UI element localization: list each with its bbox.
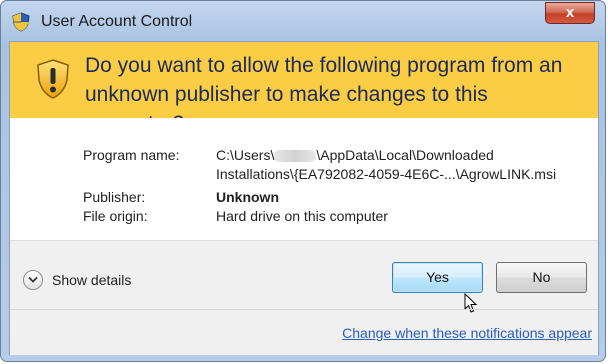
publisher-label: Publisher: <box>83 189 146 205</box>
warning-banner: Do you want to allow the following progr… <box>10 42 598 135</box>
chevron-down-icon[interactable] <box>23 270 43 290</box>
window-title: User Account Control <box>41 13 193 30</box>
redacted-username <box>274 150 317 163</box>
dialog-content: Do you want to allow the following progr… <box>9 41 599 355</box>
yes-button[interactable]: Yes <box>392 262 483 293</box>
uac-dialog: User Account Control x Do you want to al… <box>0 0 606 362</box>
close-button[interactable]: x <box>545 2 595 24</box>
notification-settings-link[interactable]: Change when these notifications appear <box>342 325 592 341</box>
close-icon: x <box>565 4 575 21</box>
program-path-line2: Installations\{EA792082-4059-4E6C-...\Ag… <box>216 166 557 182</box>
mouse-pointer-icon <box>464 292 478 319</box>
no-button[interactable]: No <box>496 262 587 293</box>
file-origin-label: File origin: <box>83 208 148 224</box>
dialog-footer: Show details Yes No Change when these no… <box>10 240 598 355</box>
program-path-suffix: \AppData\Local\Downloaded <box>316 147 494 163</box>
footer-separator <box>10 309 598 310</box>
warning-shield-icon <box>36 58 70 100</box>
show-details-label[interactable]: Show details <box>52 272 131 288</box>
file-origin-value: Hard drive on this computer <box>216 208 388 224</box>
title-bar[interactable]: User Account Control x <box>1 1 605 41</box>
program-path-prefix: C:\Users\ <box>216 147 275 163</box>
program-details: Program name: C:\Users\ \AppData\Local\Do… <box>10 118 598 240</box>
uac-shield-icon <box>11 12 31 32</box>
program-path-line1: C:\Users\ \AppData\Local\Downloaded <box>216 146 494 165</box>
program-name-label: Program name: <box>83 147 180 163</box>
publisher-value: Unknown <box>216 189 279 205</box>
